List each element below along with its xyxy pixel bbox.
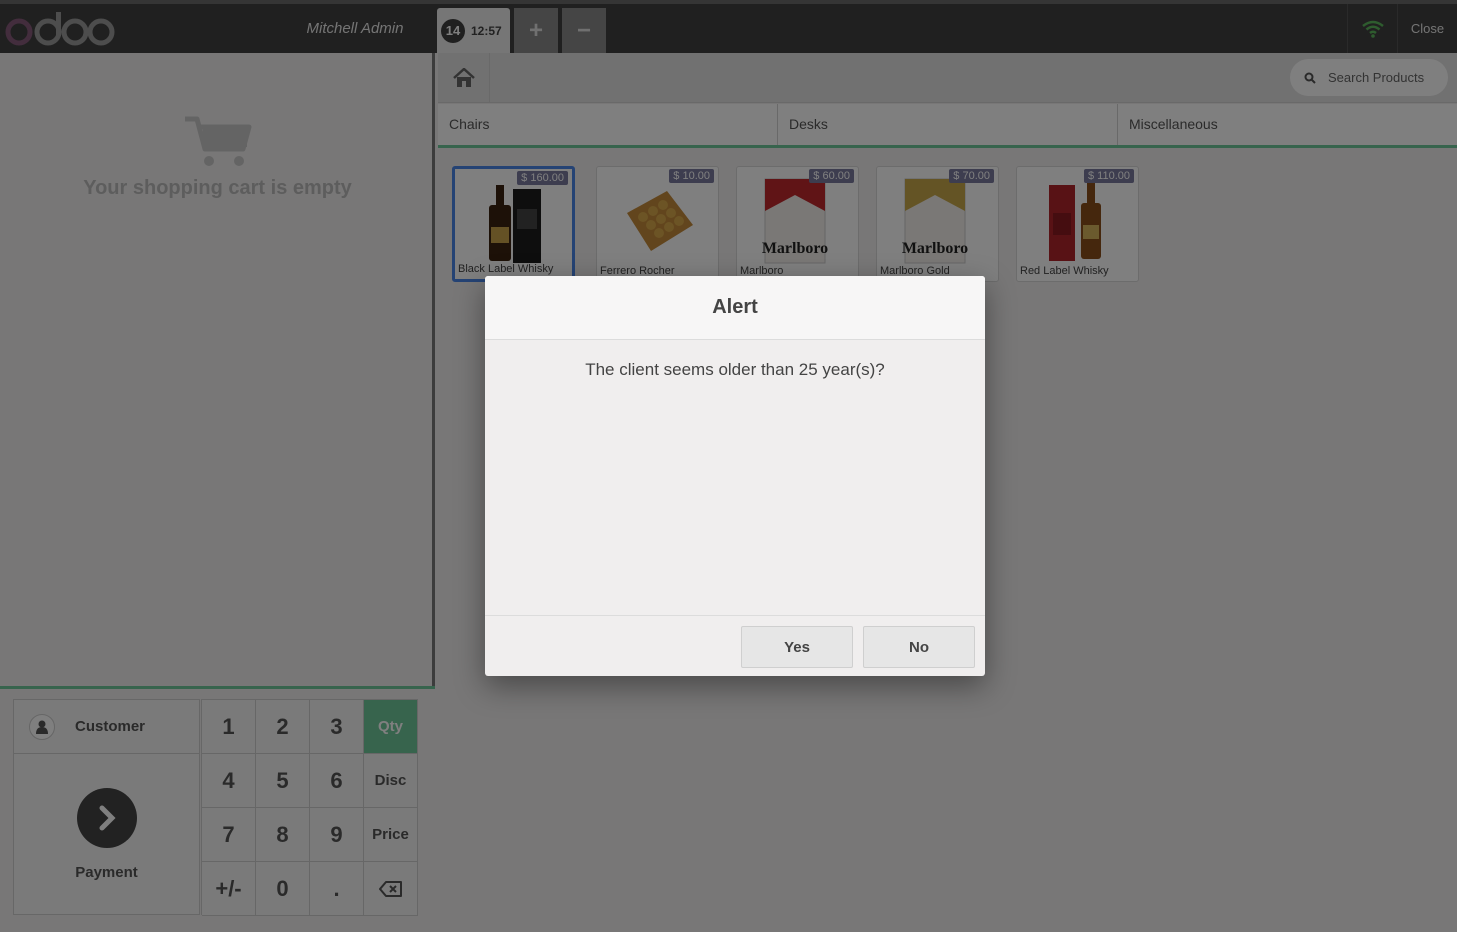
- alert-footer: Yes No: [485, 615, 985, 676]
- alert-title: Alert: [485, 276, 985, 340]
- no-button[interactable]: No: [863, 626, 975, 668]
- yes-button[interactable]: Yes: [741, 626, 853, 668]
- alert-message: The client seems older than 25 year(s)?: [585, 360, 885, 379]
- alert-dialog: Alert The client seems older than 25 yea…: [485, 276, 985, 676]
